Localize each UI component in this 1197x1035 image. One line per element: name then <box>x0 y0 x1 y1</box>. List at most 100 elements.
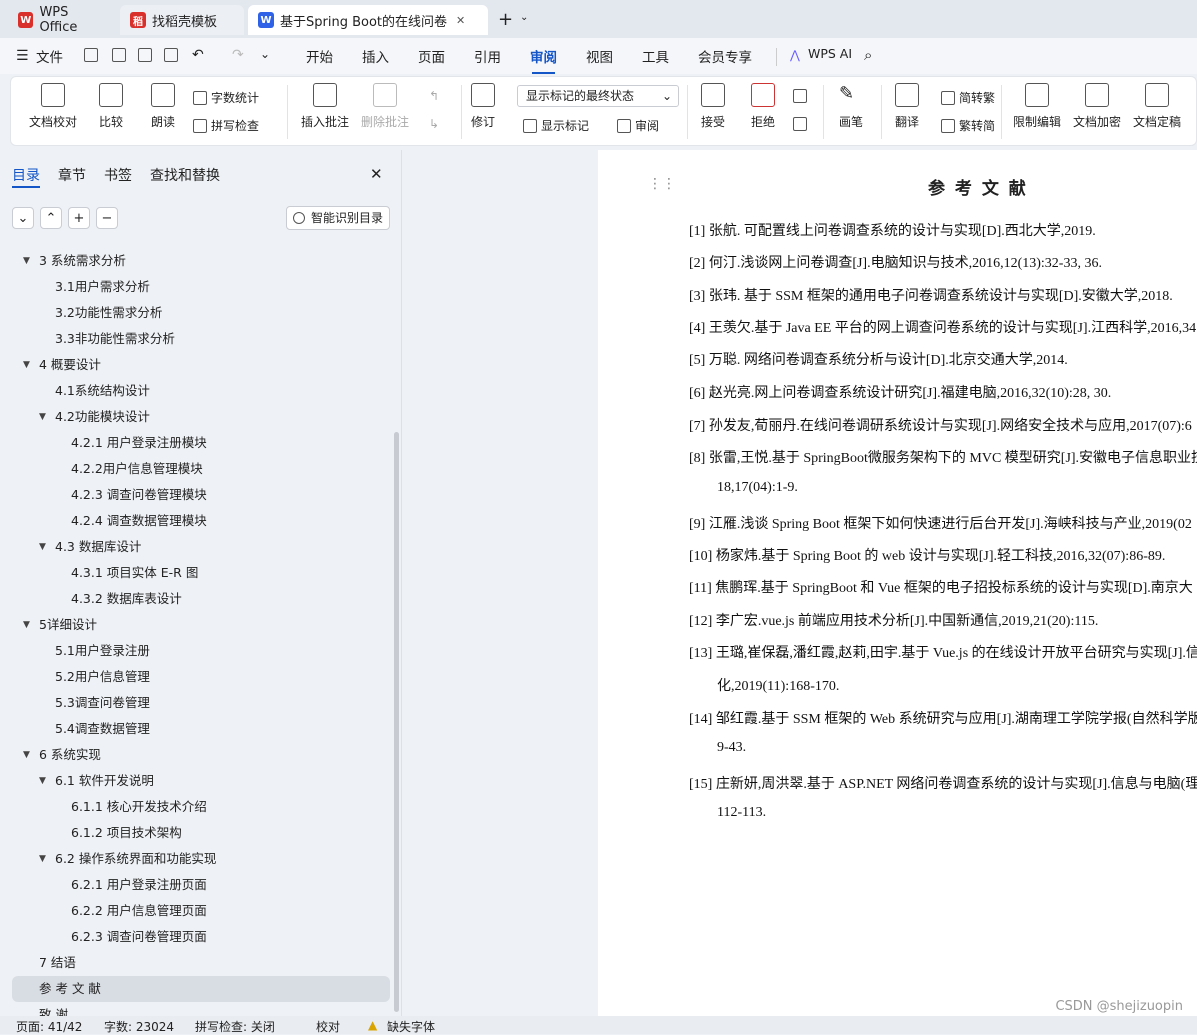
menu-view[interactable]: 视图 <box>586 46 613 66</box>
doc-check-button[interactable]: 文档校对 <box>29 83 77 130</box>
toc-item[interactable]: 6.1.2 项目技术架构 <box>12 820 390 846</box>
drag-handle-icon[interactable]: ⋮⋮ <box>648 176 676 192</box>
share-icon[interactable] <box>112 48 126 62</box>
smart-toc-button[interactable]: 智能识别目录 <box>286 206 390 230</box>
trad-to-simp-button[interactable]: 繁转简 <box>941 117 995 134</box>
toc-item[interactable]: 6.2.3 调查问卷管理页面 <box>12 924 390 950</box>
toc-item[interactable]: 5.2用户信息管理 <box>12 664 390 690</box>
toc-item[interactable]: 4.1系统结构设计 <box>12 378 390 404</box>
toc-item[interactable]: 5.1用户登录注册 <box>12 638 390 664</box>
toc-item[interactable]: 4.3.1 项目实体 E-R 图 <box>12 560 390 586</box>
toc-item[interactable]: 4.2.4 调查数据管理模块 <box>12 508 390 534</box>
add-heading-icon[interactable]: + <box>68 207 90 229</box>
undo-icon[interactable]: ↶ <box>192 47 204 63</box>
prev-change-icon[interactable] <box>793 89 807 103</box>
save-icon[interactable] <box>84 48 98 62</box>
expand-arrow-icon[interactable]: ▼ <box>23 612 30 638</box>
menu-reference[interactable]: 引用 <box>474 46 501 66</box>
markup-state-select[interactable]: 显示标记的最终状态 ⌄ <box>517 85 679 107</box>
toc-item[interactable]: 4.2.3 调查问卷管理模块 <box>12 482 390 508</box>
proof-status[interactable]: 校对 <box>316 1018 340 1035</box>
tab-find-replace[interactable]: 查找和替换 <box>150 165 220 185</box>
menu-tools[interactable]: 工具 <box>642 46 669 66</box>
menu-insert[interactable]: 插入 <box>362 46 389 66</box>
tab-template[interactable]: 稻 找稻壳模板 <box>120 5 244 35</box>
toc-item[interactable]: ▼ 3 系统需求分析 <box>12 248 390 274</box>
toc-item[interactable]: ▼ 6.1 软件开发说明 <box>12 768 390 794</box>
toc-item[interactable]: ▼ 4.2功能模块设计 <box>12 404 390 430</box>
more-chevron-icon[interactable]: ⌄ <box>260 47 270 61</box>
menu-hamburger-icon[interactable]: ☰ <box>16 48 29 64</box>
menu-home[interactable]: 开始 <box>306 46 333 66</box>
close-pane-icon[interactable]: ✕ <box>370 165 383 183</box>
toc-item[interactable]: ▼ 6 系统实现 <box>12 742 390 768</box>
tab-toc[interactable]: 目录 <box>12 165 40 185</box>
delete-comment-button[interactable]: 删除批注 <box>361 83 409 130</box>
expand-arrow-icon[interactable]: ▼ <box>39 404 46 430</box>
expand-arrow-icon[interactable]: ▼ <box>39 846 46 872</box>
expand-arrow-icon[interactable]: ▼ <box>23 352 30 378</box>
expand-arrow-icon[interactable]: ▼ <box>23 742 30 768</box>
insert-comment-button[interactable]: 插入批注 <box>301 83 349 130</box>
remove-heading-icon[interactable]: − <box>96 207 118 229</box>
toc-item[interactable]: ▼ 4 概要设计 <box>12 352 390 378</box>
redo-icon[interactable]: ↷ <box>232 47 244 63</box>
collapse-icon[interactable]: ⌄ <box>12 207 34 229</box>
toc-item[interactable]: 3.2功能性需求分析 <box>12 300 390 326</box>
spell-check-status[interactable]: 拼写检查: 关闭 <box>195 1018 275 1035</box>
search-icon[interactable]: ⌕ <box>864 46 872 64</box>
simp-to-trad-button[interactable]: 简转繁 <box>941 89 995 106</box>
menu-file[interactable]: 文件 <box>36 46 63 66</box>
tab-document[interactable]: W 基于Spring Boot的在线问卷 ✕ <box>248 5 488 35</box>
compare-button[interactable]: 比较 <box>99 83 123 130</box>
expand-arrow-icon[interactable]: ▼ <box>23 248 30 274</box>
next-change-icon[interactable] <box>793 117 807 131</box>
expand-arrow-icon[interactable]: ▼ <box>39 768 46 794</box>
tab-bookmarks[interactable]: 书签 <box>104 165 132 185</box>
toc-item[interactable]: 3.3非功能性需求分析 <box>12 326 390 352</box>
show-markup-button[interactable]: 显示标记 <box>523 117 589 134</box>
menu-wps-ai[interactable]: WPS AI <box>808 46 852 61</box>
toc-item[interactable]: 4.2.2用户信息管理模块 <box>12 456 390 482</box>
print-preview-icon[interactable] <box>164 48 178 62</box>
spell-check-button[interactable]: 拼写检查 <box>193 117 259 134</box>
toc-item[interactable]: 5.3调查问卷管理 <box>12 690 390 716</box>
missing-font-status[interactable]: 缺失字体 <box>387 1018 435 1035</box>
restrict-edit-button[interactable]: 限制编辑 <box>1013 83 1061 130</box>
finalize-button[interactable]: 文档定稿 <box>1133 83 1181 130</box>
page-count[interactable]: 页面: 41/42 <box>16 1018 82 1035</box>
word-count-button[interactable]: 字数统计 <box>193 89 259 106</box>
toc-item[interactable]: 参 考 文 献 <box>12 976 390 1002</box>
toc-item[interactable]: 4.3.2 数据库表设计 <box>12 586 390 612</box>
toc-item[interactable]: 6.2.1 用户登录注册页面 <box>12 872 390 898</box>
toc-item[interactable]: 6.2.2 用户信息管理页面 <box>12 898 390 924</box>
toc-scrollbar[interactable] <box>394 432 399 1012</box>
encrypt-button[interactable]: 文档加密 <box>1073 83 1121 130</box>
tab-chapters[interactable]: 章节 <box>58 165 86 185</box>
tab-wps-office[interactable]: W WPS Office <box>8 5 118 35</box>
word-count[interactable]: 字数: 23024 <box>104 1018 174 1035</box>
review-pane-button[interactable]: 审阅 <box>617 117 659 134</box>
expand-icon[interactable]: ⌃ <box>40 207 62 229</box>
print-icon[interactable] <box>138 48 152 62</box>
toc-item[interactable]: ▼ 4.3 数据库设计 <box>12 534 390 560</box>
prev-comment-icon[interactable]: ↰ <box>429 89 439 103</box>
menu-member[interactable]: 会员专享 <box>698 46 752 66</box>
pen-button[interactable]: ✎ 画笔 <box>839 83 863 130</box>
reject-button[interactable]: 拒绝 <box>751 83 775 130</box>
tab-close-icon[interactable]: ✕ <box>456 14 465 27</box>
new-tab-icon[interactable]: + <box>498 9 513 30</box>
translate-button[interactable]: 翻译 <box>895 83 919 130</box>
toc-item[interactable]: 4.2.1 用户登录注册模块 <box>12 430 390 456</box>
next-comment-icon[interactable]: ↳ <box>429 117 439 131</box>
toc-item[interactable]: 6.1.1 核心开发技术介绍 <box>12 794 390 820</box>
track-changes-button[interactable]: 修订 <box>471 83 495 130</box>
tab-list-chevron-icon[interactable]: ⌄ <box>520 12 528 23</box>
toc-item[interactable]: ▼ 6.2 操作系统界面和功能实现 <box>12 846 390 872</box>
toc-item[interactable]: ▼ 5详细设计 <box>12 612 390 638</box>
toc-item[interactable]: 5.4调查数据管理 <box>12 716 390 742</box>
toc-item[interactable]: 7 结语 <box>12 950 390 976</box>
read-aloud-button[interactable]: 朗读 <box>151 83 175 130</box>
toc-item[interactable]: 3.1用户需求分析 <box>12 274 390 300</box>
menu-review[interactable]: 审阅 <box>530 46 557 74</box>
